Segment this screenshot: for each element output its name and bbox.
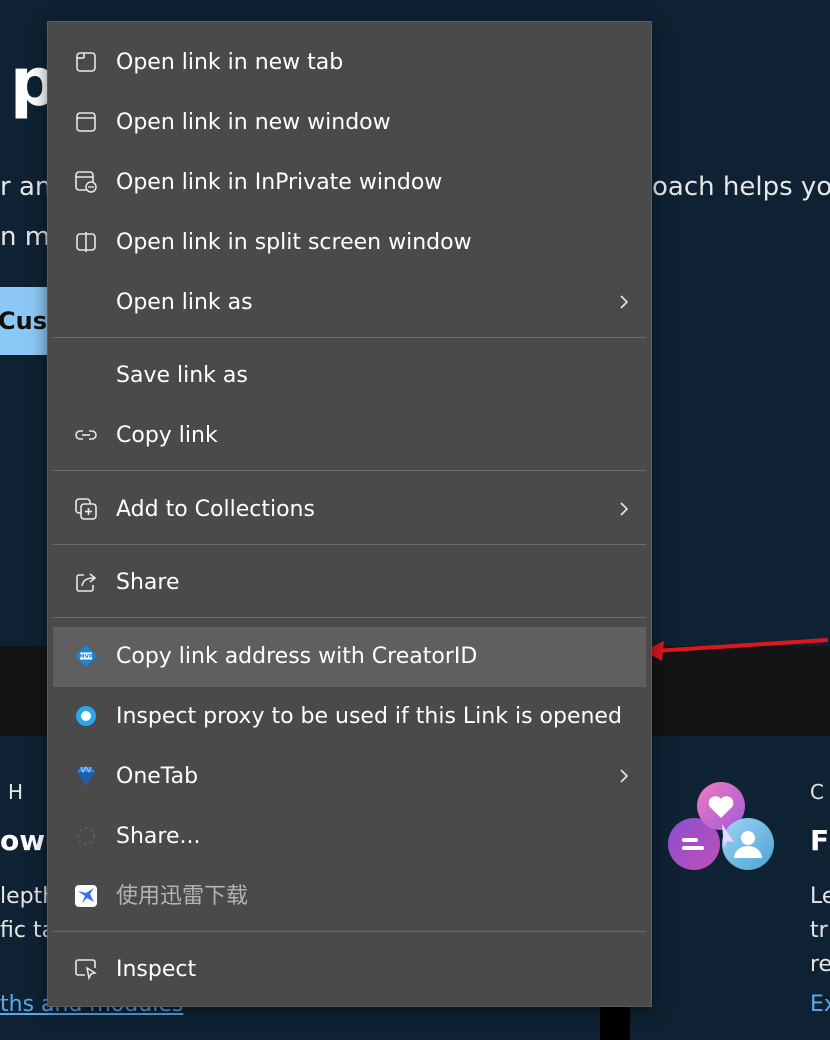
- collections-icon: [73, 496, 99, 522]
- menu-item-label: Open link in split screen window: [116, 230, 472, 255]
- onetab-icon: [73, 763, 99, 789]
- community-illustration-icon: [668, 782, 774, 870]
- mvp-icon: MVP: [73, 643, 99, 669]
- menu-item-onetab[interactable]: OneTab: [53, 747, 646, 807]
- menu-item-open-new-window[interactable]: Open link in new window: [53, 93, 646, 153]
- new-tab-icon: [73, 49, 99, 75]
- menu-item-share[interactable]: Share: [53, 553, 646, 613]
- menu-item-copy-link[interactable]: Copy link: [53, 406, 646, 466]
- menu-item-open-link-as[interactable]: Open link as: [53, 273, 646, 333]
- menu-item-label: Copy link: [116, 423, 218, 448]
- menu-item-open-new-tab[interactable]: Open link in new tab: [53, 33, 646, 93]
- menu-item-copy-link-creatorid[interactable]: MVP Copy link address with CreatorID: [53, 627, 646, 687]
- menu-item-label: 使用迅雷下载: [116, 884, 249, 909]
- menu-item-inspect[interactable]: Inspect: [53, 940, 646, 1000]
- menu-item-label: Inspect proxy to be used if this Link is…: [116, 704, 622, 729]
- menu-item-add-to-collections[interactable]: Add to Collections: [53, 480, 646, 540]
- thunder-icon: [73, 883, 99, 909]
- context-menu: Open link in new tab Open link in new wi…: [47, 21, 652, 1007]
- menu-item-share-extension[interactable]: Share...: [53, 807, 646, 867]
- section-eyebrow: C: [810, 780, 824, 804]
- menu-item-label: Save link as: [116, 363, 248, 388]
- inspect-icon: [73, 956, 99, 982]
- menu-item-save-link-as[interactable]: Save link as: [53, 346, 646, 406]
- menu-separator: [53, 617, 646, 618]
- menu-item-label: Copy link address with CreatorID: [116, 644, 478, 669]
- page-paragraph-fragment: oach helps you: [652, 172, 830, 202]
- menu-item-label: Share: [116, 570, 180, 595]
- chevron-right-icon: [620, 502, 629, 516]
- menu-separator: [53, 544, 646, 545]
- annotation-arrow-icon: [644, 638, 829, 661]
- menu-separator: [53, 337, 646, 338]
- section-text: re: [810, 952, 830, 977]
- page-dark-corner: [600, 1005, 630, 1040]
- menu-item-label: Open link in new tab: [116, 50, 344, 75]
- menu-item-label: Open link in new window: [116, 110, 391, 135]
- menu-item-label: OneTab: [116, 764, 199, 789]
- chevron-right-icon: [620, 295, 629, 309]
- chevron-right-icon: [620, 769, 629, 783]
- inprivate-icon: [73, 169, 99, 195]
- menu-separator: [53, 931, 646, 932]
- section-text: tr: [810, 918, 828, 943]
- share-extension-icon: [73, 823, 99, 849]
- link-icon: [73, 422, 99, 448]
- menu-item-inspect-proxy[interactable]: Inspect proxy to be used if this Link is…: [53, 687, 646, 747]
- new-window-icon: [73, 109, 99, 135]
- menu-item-open-split-screen[interactable]: Open link in split screen window: [53, 213, 646, 273]
- menu-item-thunder-download[interactable]: 使用迅雷下载: [53, 867, 646, 927]
- section-heading: ow: [0, 824, 46, 857]
- menu-item-label: Open link as: [116, 290, 253, 315]
- section-text: Le: [810, 884, 830, 909]
- section-link[interactable]: Ex: [810, 992, 830, 1017]
- split-screen-icon: [73, 229, 99, 255]
- menu-separator: [53, 470, 646, 471]
- share-icon: [73, 569, 99, 595]
- svg-text:MVP: MVP: [79, 654, 93, 660]
- menu-item-label: Add to Collections: [116, 497, 315, 522]
- menu-item-open-inprivate[interactable]: Open link in InPrivate window: [53, 153, 646, 213]
- proxy-circle-icon: [73, 703, 99, 729]
- menu-item-label: Inspect: [116, 957, 197, 982]
- page-paragraph-fragment: r an: [0, 172, 52, 202]
- section-heading: Fi: [810, 824, 830, 857]
- menu-item-label: Share...: [116, 824, 201, 849]
- cta-button[interactable]: Custo: [0, 287, 75, 355]
- menu-item-label: Open link in InPrivate window: [116, 170, 443, 195]
